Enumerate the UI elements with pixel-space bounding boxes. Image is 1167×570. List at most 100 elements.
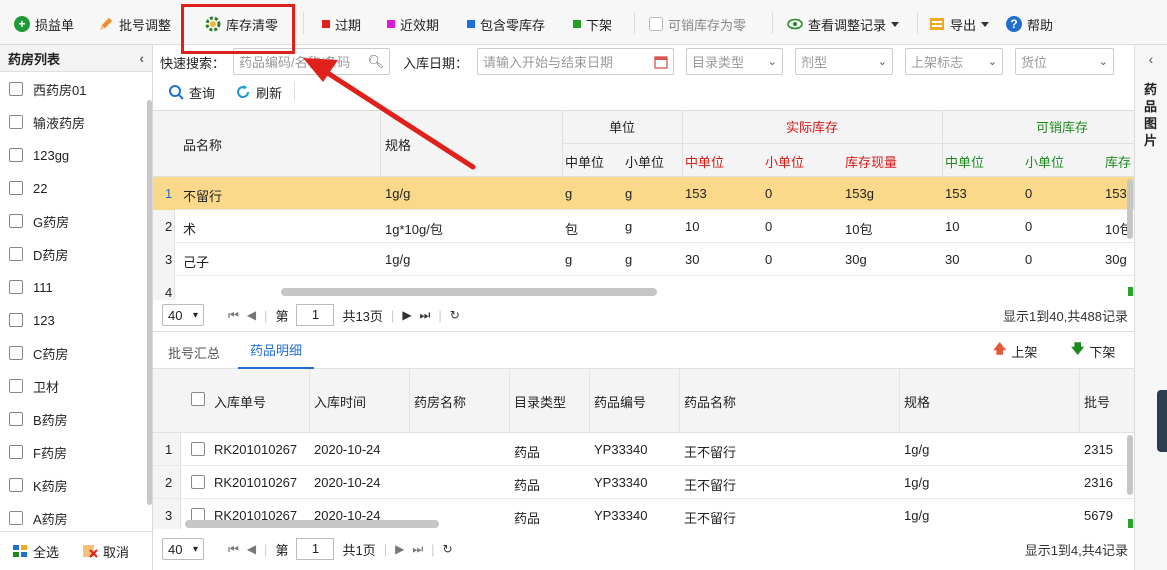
col-drug-name[interactable]: 药品名称 bbox=[684, 392, 736, 411]
sidebar-item[interactable]: 111 bbox=[9, 277, 53, 297]
sidebar-item[interactable]: 22 bbox=[9, 178, 47, 198]
sidebar-item[interactable]: F药房 bbox=[9, 442, 67, 462]
batch-adjust-button[interactable]: 批号调整 bbox=[98, 13, 171, 35]
shelf-flag-select[interactable]: 上架标志 ⌄ bbox=[905, 48, 1003, 75]
row-checkbox[interactable] bbox=[191, 442, 205, 456]
last-page-icon[interactable]: ⏭ bbox=[420, 308, 431, 323]
checkbox[interactable] bbox=[9, 478, 23, 492]
cell-drug-name: 不留行 bbox=[183, 189, 223, 204]
first-page-icon[interactable]: ⏮ bbox=[228, 308, 239, 323]
col-sell-small[interactable]: 小单位 bbox=[1025, 152, 1064, 171]
off-shelf-filter[interactable]: 下架 bbox=[573, 13, 612, 35]
table-row[interactable] bbox=[153, 243, 1134, 276]
sidebar-item[interactable]: 123gg bbox=[9, 145, 69, 165]
col-drug-name[interactable]: 品名称 bbox=[183, 135, 222, 154]
reload-icon[interactable]: ↻ bbox=[450, 308, 460, 322]
sidebar-item[interactable]: G药房 bbox=[9, 211, 69, 231]
date-range-input[interactable]: 请输入开始与结束日期 bbox=[477, 48, 674, 75]
page-input[interactable]: 1 bbox=[296, 304, 335, 326]
checkbox[interactable] bbox=[9, 313, 23, 327]
calendar-icon[interactable] bbox=[654, 55, 668, 69]
col-drug-no[interactable]: 药品编号 bbox=[594, 392, 646, 411]
sidebar-item[interactable]: 输液药房 bbox=[9, 112, 85, 132]
select-all-button[interactable]: 全选 bbox=[12, 540, 59, 562]
checkbox[interactable] bbox=[9, 511, 23, 525]
col-batch-no[interactable]: 批号 bbox=[1084, 392, 1110, 411]
page-size-select[interactable]: 40 ▾ bbox=[162, 538, 204, 560]
checkbox[interactable] bbox=[9, 280, 23, 294]
near-expiry-color-icon bbox=[387, 20, 395, 28]
checkbox[interactable] bbox=[9, 214, 23, 228]
tab-drug-detail[interactable]: 药品明细 bbox=[238, 335, 314, 369]
checkbox[interactable] bbox=[649, 17, 663, 31]
next-page-icon[interactable]: ▶ bbox=[402, 308, 411, 322]
sidebar-item[interactable]: K药房 bbox=[9, 475, 68, 495]
col-actual-small[interactable]: 小单位 bbox=[765, 152, 804, 171]
col-pharmacy-name[interactable]: 药房名称 bbox=[414, 392, 466, 411]
table-row[interactable] bbox=[153, 177, 1134, 210]
chevron-left-icon[interactable]: ‹ bbox=[139, 50, 144, 66]
select-all-checkbox[interactable] bbox=[191, 392, 205, 406]
checkbox[interactable] bbox=[9, 181, 23, 195]
view-adjust-records-button[interactable]: 查看调整记录 bbox=[787, 13, 900, 35]
first-page-icon[interactable]: ⏮ bbox=[228, 542, 239, 557]
query-button[interactable]: 查询 bbox=[168, 81, 215, 103]
prev-page-icon[interactable]: ◀ bbox=[247, 308, 256, 322]
col-spec[interactable]: 规格 bbox=[904, 392, 930, 411]
help-button[interactable]: ? 帮助 bbox=[1006, 13, 1053, 35]
col-catalog-type[interactable]: 目录类型 bbox=[514, 392, 566, 411]
detail-vertical-scrollbar[interactable] bbox=[1127, 435, 1133, 495]
loss-gain-button[interactable]: + 损益单 bbox=[14, 13, 74, 35]
col-receipt-no[interactable]: 入库单号 bbox=[214, 392, 266, 411]
sidebar-item[interactable]: A药房 bbox=[9, 508, 68, 528]
col-actual-current[interactable]: 库存现量 bbox=[845, 152, 897, 171]
col-small-unit[interactable]: 小单位 bbox=[625, 152, 664, 171]
chevron-left-icon[interactable]: ‹ bbox=[1135, 51, 1167, 67]
prev-page-icon[interactable]: ◀ bbox=[247, 542, 256, 556]
sidebar-item[interactable]: 123 bbox=[9, 310, 55, 330]
refresh-button[interactable]: 刷新 bbox=[235, 81, 282, 103]
cancel-selection-button[interactable]: 取消 bbox=[82, 540, 129, 562]
next-page-icon[interactable]: ▶ bbox=[395, 542, 404, 556]
row-checkbox[interactable] bbox=[191, 475, 205, 489]
col-sell-mid[interactable]: 中单位 bbox=[945, 152, 984, 171]
location-select[interactable]: 货位 ⌄ bbox=[1015, 48, 1114, 75]
checkbox[interactable] bbox=[9, 148, 23, 162]
page-input[interactable]: 1 bbox=[296, 538, 335, 560]
checkbox[interactable] bbox=[9, 412, 23, 426]
sidebar-item[interactable]: 卫材 bbox=[9, 376, 59, 396]
take-off-shelf-button[interactable]: 🡇 下架 bbox=[1071, 340, 1115, 362]
checkbox[interactable] bbox=[9, 247, 23, 261]
put-on-shelf-button[interactable]: 🡅 上架 bbox=[993, 340, 1037, 362]
tab-batch-summary[interactable]: 批号汇总 bbox=[168, 343, 220, 362]
grid-horizontal-scrollbar[interactable] bbox=[281, 288, 657, 296]
col-mid-unit[interactable]: 中单位 bbox=[565, 152, 604, 171]
near-expiry-filter[interactable]: 近效期 bbox=[387, 13, 439, 35]
sidebar-item[interactable]: C药房 bbox=[9, 343, 68, 363]
catalog-type-select[interactable]: 目录类型 ⌄ bbox=[686, 48, 783, 75]
table-row[interactable] bbox=[153, 210, 1134, 243]
checkbox[interactable] bbox=[9, 346, 23, 360]
checkbox[interactable] bbox=[9, 82, 23, 96]
reload-icon[interactable]: ↻ bbox=[443, 542, 453, 556]
col-actual-mid[interactable]: 中单位 bbox=[685, 152, 724, 171]
side-drag-handle[interactable] bbox=[1157, 390, 1167, 452]
col-sell-stock[interactable]: 库存 bbox=[1105, 152, 1131, 171]
checkbox[interactable] bbox=[9, 115, 23, 129]
page-size-select[interactable]: 40 ▾ bbox=[162, 304, 204, 326]
sellable-zero-toggle[interactable]: 可销库存为零 bbox=[649, 13, 746, 35]
expired-filter[interactable]: 过期 bbox=[322, 13, 361, 35]
checkbox[interactable] bbox=[9, 445, 23, 459]
last-page-icon[interactable]: ⏭ bbox=[412, 542, 423, 557]
grid-vertical-scrollbar[interactable] bbox=[1127, 179, 1133, 239]
sidebar-item[interactable]: D药房 bbox=[9, 244, 68, 264]
detail-horizontal-scrollbar[interactable] bbox=[185, 520, 439, 528]
sidebar-scrollbar[interactable] bbox=[147, 100, 152, 505]
sidebar-item[interactable]: B药房 bbox=[9, 409, 68, 429]
include-zero-stock-filter[interactable]: 包含零库存 bbox=[467, 13, 545, 35]
dosage-form-select[interactable]: 剂型 ⌄ bbox=[795, 48, 893, 75]
sidebar-item[interactable]: 西药房01 bbox=[9, 79, 86, 99]
export-button[interactable]: 导出 bbox=[929, 13, 990, 35]
col-receipt-time[interactable]: 入库时间 bbox=[314, 392, 366, 411]
checkbox[interactable] bbox=[9, 379, 23, 393]
